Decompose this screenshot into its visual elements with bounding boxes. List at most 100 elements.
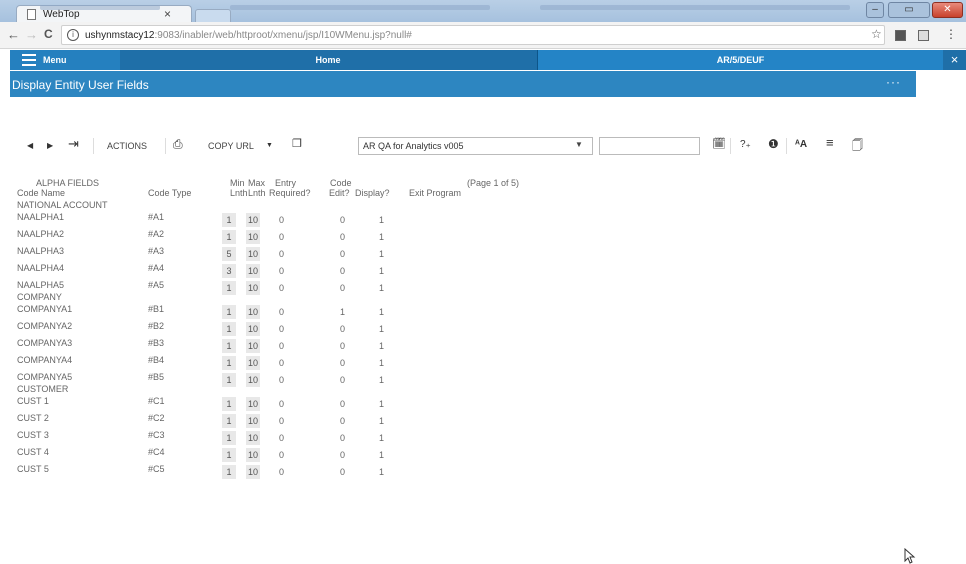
clipboard-icon[interactable]: ❐: [292, 137, 302, 150]
code-name-cell: CUST 3: [17, 430, 49, 440]
toolbar-separator: [730, 138, 731, 154]
min-length-field[interactable]: 1: [222, 431, 236, 445]
max-length-field[interactable]: 10: [246, 339, 260, 353]
entry-required-cell: 0: [279, 450, 285, 460]
new-tab-button[interactable]: [195, 9, 231, 23]
max-length-field[interactable]: 10: [246, 305, 260, 319]
code-type-cell: #C5: [148, 464, 165, 474]
toolbar-separator: [93, 138, 94, 154]
window-close-button[interactable]: ✕: [932, 2, 963, 18]
calendar-icon[interactable]: 🗓: [712, 137, 726, 150]
min-length-field[interactable]: 1: [222, 322, 236, 336]
help-icon[interactable]: ?₊: [740, 139, 751, 150]
min-length-field[interactable]: 1: [222, 339, 236, 353]
info-icon[interactable]: ❶: [768, 137, 779, 151]
max-length-field[interactable]: 10: [246, 448, 260, 462]
code-type-cell: #B3: [148, 338, 165, 348]
max-length-field[interactable]: 10: [246, 373, 260, 387]
tab-active[interactable]: AR/5/DEUF: [537, 50, 943, 70]
search-input[interactable]: [599, 137, 700, 155]
entry-required-cell: 0: [279, 266, 285, 276]
browser-titlebar: WebTop × – ▭ ✕: [0, 0, 966, 24]
max-length-field[interactable]: 10: [246, 465, 260, 479]
entry-header: Entry: [275, 178, 297, 188]
display-cell: 1: [379, 232, 385, 242]
code-name-cell: COMPANYA3: [17, 338, 73, 348]
min-length-field[interactable]: 1: [222, 281, 236, 295]
max-length-field[interactable]: 10: [246, 431, 260, 445]
actions-button[interactable]: ACTIONS: [107, 141, 147, 151]
entry-required-cell: 0: [279, 375, 285, 385]
reload-icon[interactable]: C: [44, 27, 53, 41]
dropdown-icon[interactable]: ▼: [266, 142, 273, 149]
min-length-field[interactable]: 1: [222, 373, 236, 387]
site-info-icon[interactable]: i: [67, 29, 79, 41]
min-length-field[interactable]: 1: [222, 448, 236, 462]
max-length-field[interactable]: 10: [246, 397, 260, 411]
max-length-field[interactable]: 10: [246, 281, 260, 295]
max-length-field[interactable]: 10: [246, 213, 260, 227]
tab-close-icon[interactable]: ×: [164, 7, 171, 21]
address-bar: ← → C i ushynmstacy12:9083/inabler/web/h…: [0, 22, 966, 49]
forward-icon[interactable]: →: [25, 27, 38, 42]
back-icon[interactable]: ←: [7, 27, 20, 42]
min-length-field[interactable]: 5: [222, 247, 236, 261]
prev-icon[interactable]: ◀: [27, 141, 33, 150]
code-edit-header: Edit?: [329, 188, 350, 198]
bookmark-star-icon[interactable]: ☆: [871, 27, 882, 41]
window-restore-button[interactable]: ▭: [888, 2, 930, 18]
url-input[interactable]: i ushynmstacy12:9083/inabler/web/httproo…: [61, 25, 885, 45]
browser-menu-icon[interactable]: ⋮: [945, 27, 957, 41]
code-edit-cell: 1: [340, 307, 346, 317]
entry-required-cell: 0: [279, 399, 285, 409]
max-length-field[interactable]: 10: [246, 247, 260, 261]
copy-url-button[interactable]: COPY URL: [208, 141, 254, 151]
more-options-icon[interactable]: ···: [886, 75, 901, 89]
max-length-field[interactable]: 10: [246, 264, 260, 278]
entry-required-cell: 0: [279, 215, 285, 225]
code-type-cell: #C1: [148, 396, 165, 406]
code-type-cell: #A5: [148, 280, 165, 290]
alpha-fields-heading: ALPHA FIELDS: [36, 178, 100, 188]
toolbar-separator: [165, 138, 166, 154]
code-name-cell: COMPANYA5: [17, 372, 73, 382]
next-icon[interactable]: ▶: [47, 141, 53, 150]
font-size-icon[interactable]: ᴬA: [795, 139, 807, 150]
code-type-cell: #B4: [148, 355, 165, 365]
tab-home[interactable]: Home: [120, 50, 536, 70]
extension-icon[interactable]: [895, 30, 906, 41]
max-length-field[interactable]: 10: [246, 414, 260, 428]
min-length-field[interactable]: 1: [222, 213, 236, 227]
min-length-field[interactable]: 1: [222, 305, 236, 319]
display-cell: 1: [379, 358, 385, 368]
page-title: Display Entity User Fields: [12, 78, 149, 92]
min-length-field[interactable]: 1: [222, 397, 236, 411]
exit-icon[interactable]: ⇥: [68, 136, 79, 152]
close-tab-icon[interactable]: ×: [943, 50, 966, 70]
list-icon[interactable]: ≡: [826, 135, 834, 150]
exit-program-header: Exit Program: [409, 188, 462, 198]
window-minimize-button[interactable]: –: [866, 2, 884, 18]
max-length-field[interactable]: 10: [246, 322, 260, 336]
user-fields-table: ALPHA FIELDS Min Max Entry Code (Page 1 …: [10, 160, 916, 564]
code-header: Code: [330, 178, 352, 188]
extension-icon[interactable]: [918, 30, 929, 41]
min-length-header: Lnth: [230, 188, 248, 198]
display-cell: 1: [379, 450, 385, 460]
attachment-icon[interactable]: 🗍: [852, 137, 863, 156]
menu-label: Menu: [43, 55, 67, 65]
min-length-field[interactable]: 3: [222, 264, 236, 278]
max-length-field[interactable]: 10: [246, 230, 260, 244]
print-icon[interactable]: ⎙: [173, 137, 183, 152]
min-length-field[interactable]: 1: [222, 230, 236, 244]
min-length-field[interactable]: 1: [222, 465, 236, 479]
code-name-cell: COMPANYA1: [17, 304, 73, 314]
max-length-field[interactable]: 10: [246, 356, 260, 370]
min-length-field[interactable]: 1: [222, 356, 236, 370]
code-type-cell: #C3: [148, 430, 165, 440]
dataset-select[interactable]: AR QA for Analytics v005 ▼: [358, 137, 593, 155]
code-edit-cell: 0: [340, 266, 346, 276]
min-length-field[interactable]: 1: [222, 414, 236, 428]
menu-button[interactable]: Menu: [10, 50, 120, 70]
display-cell: 1: [379, 324, 385, 334]
